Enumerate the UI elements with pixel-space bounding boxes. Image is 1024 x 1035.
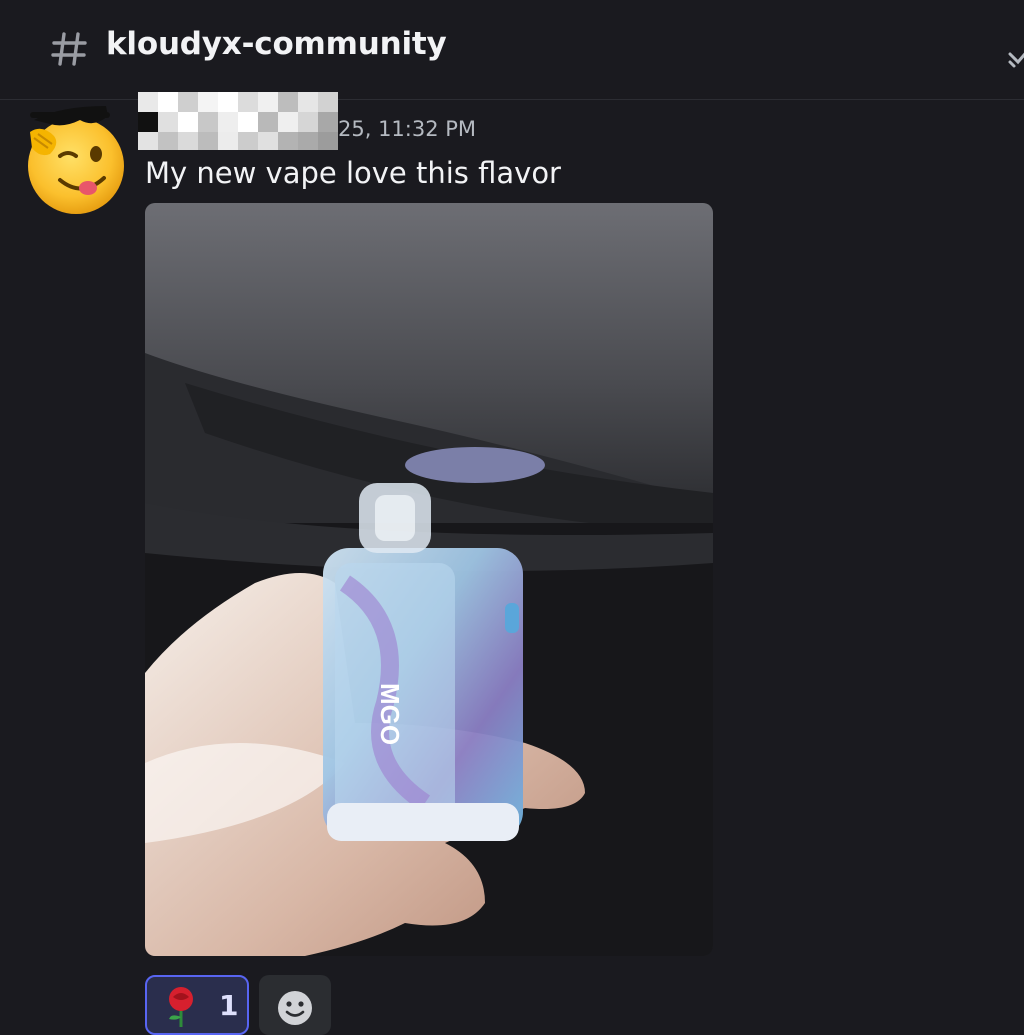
image-attachment[interactable]: MGO xyxy=(145,203,713,956)
vape-photo: MGO xyxy=(145,203,713,956)
add-reaction-button[interactable] xyxy=(259,975,331,1035)
reaction-count: 1 xyxy=(219,989,239,1022)
smiley-icon xyxy=(278,991,312,1025)
author-name[interactable] xyxy=(138,92,338,150)
message-text: My new vape love this flavor xyxy=(145,156,561,190)
hash-icon xyxy=(51,32,87,66)
message-timestamp: 25, 11:32 PM xyxy=(338,117,477,141)
device-brand-label: MGO xyxy=(375,683,405,745)
rose-icon xyxy=(169,987,193,1027)
channel-name[interactable]: kloudyx-community xyxy=(106,26,447,62)
channel-header: kloudyx-community xyxy=(0,0,1024,100)
avatar[interactable] xyxy=(20,98,132,216)
reaction-rose[interactable]: 1 xyxy=(145,975,249,1035)
threads-icon[interactable] xyxy=(1006,40,1024,70)
